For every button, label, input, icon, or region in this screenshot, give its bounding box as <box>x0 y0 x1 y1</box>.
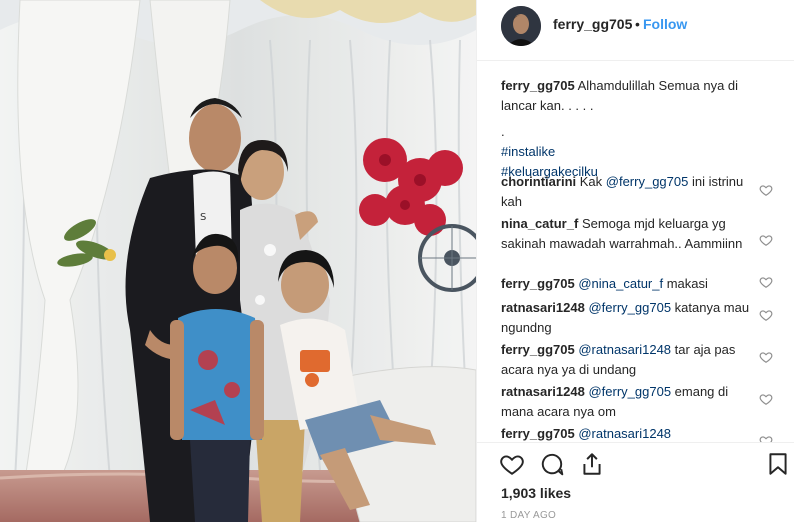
comment-item: chorintiarini Kak @ferry_gg705 ini istri… <box>501 172 759 212</box>
comment-bubble-icon[interactable] <box>539 451 565 477</box>
comment-item: ratnasari1248 @ferry_gg705 katanya mau n… <box>501 298 759 338</box>
post-photo[interactable]: S <box>0 0 476 522</box>
share-icon[interactable] <box>579 451 605 477</box>
author-username[interactable]: ferry_gg705 <box>553 16 632 32</box>
hashtag-link[interactable]: #instalike <box>501 142 769 162</box>
post-actions-bar: 1,903 likes 1 DAY AGO <box>477 442 794 522</box>
comment-author[interactable]: ferry_gg705 <box>501 426 575 441</box>
comment-text: makasi <box>663 276 708 291</box>
comment-like-heart-icon[interactable] <box>759 350 773 364</box>
comments-list[interactable]: ferry_gg705 Alhamdulillah Semua nya di l… <box>501 62 791 442</box>
comment-like-heart-icon[interactable] <box>759 183 773 197</box>
comment-like-heart-icon[interactable] <box>759 233 773 247</box>
comment-item: ratnasari1248 @ferry_gg705 emang di mana… <box>501 382 759 422</box>
comment-author[interactable]: ferry_gg705 <box>501 342 575 357</box>
comment-item: ferry_gg705 @ratnasari1248 tar aja pas a… <box>501 340 759 380</box>
bookmark-icon[interactable] <box>765 451 791 477</box>
post-header: ferry_gg705 • Follow <box>477 0 794 61</box>
follow-button[interactable]: Follow <box>643 16 687 32</box>
likes-count[interactable]: 1,903 likes <box>501 485 571 501</box>
comment-like-heart-icon[interactable] <box>759 392 773 406</box>
post-timestamp[interactable]: 1 DAY AGO <box>501 510 556 521</box>
caption-dot-line: . <box>501 124 505 139</box>
comment-author[interactable]: ferry_gg705 <box>501 276 575 291</box>
comment-mention[interactable]: @ferry_gg705 <box>588 300 671 315</box>
comment-author[interactable]: ratnasari1248 <box>501 300 585 315</box>
comment-item: ferry_gg705 @nina_catur_f makasi <box>501 274 759 294</box>
comment-like-heart-icon[interactable] <box>759 434 773 442</box>
comment-author[interactable]: ratnasari1248 <box>501 384 585 399</box>
comment-item: nina_catur_f Semoga mjd keluarga yg saki… <box>501 214 759 254</box>
avatar-photo <box>501 6 541 46</box>
comment-author[interactable]: nina_catur_f <box>501 216 578 231</box>
comment-like-heart-icon[interactable] <box>759 275 773 289</box>
comment-mention[interactable]: @ratnasari1248 <box>578 426 671 441</box>
comment-mention[interactable]: @nina_catur_f <box>578 276 663 291</box>
heart-icon[interactable] <box>499 451 525 477</box>
caption-author[interactable]: ferry_gg705 <box>501 78 575 93</box>
separator-dot: • <box>635 16 640 32</box>
svg-text:S: S <box>200 212 206 223</box>
comment-like-heart-icon[interactable] <box>759 308 773 322</box>
comment-text: Kak <box>579 174 606 189</box>
post-side-panel: ferry_gg705 • Follow ferry_gg705 Alhamdu… <box>476 0 794 522</box>
comment-item: ferry_gg705 @ratnasari1248 <box>501 424 759 442</box>
author-avatar[interactable] <box>501 6 541 46</box>
comment-mention[interactable]: @ferry_gg705 <box>588 384 671 399</box>
comment-author[interactable]: chorintiarini <box>501 174 576 189</box>
post-caption: ferry_gg705 Alhamdulillah Semua nya di l… <box>501 76 769 182</box>
comment-mention[interactable]: @ratnasari1248 <box>578 342 671 357</box>
family-photo-illustration: S <box>0 0 476 522</box>
comment-mention[interactable]: @ferry_gg705 <box>606 174 689 189</box>
